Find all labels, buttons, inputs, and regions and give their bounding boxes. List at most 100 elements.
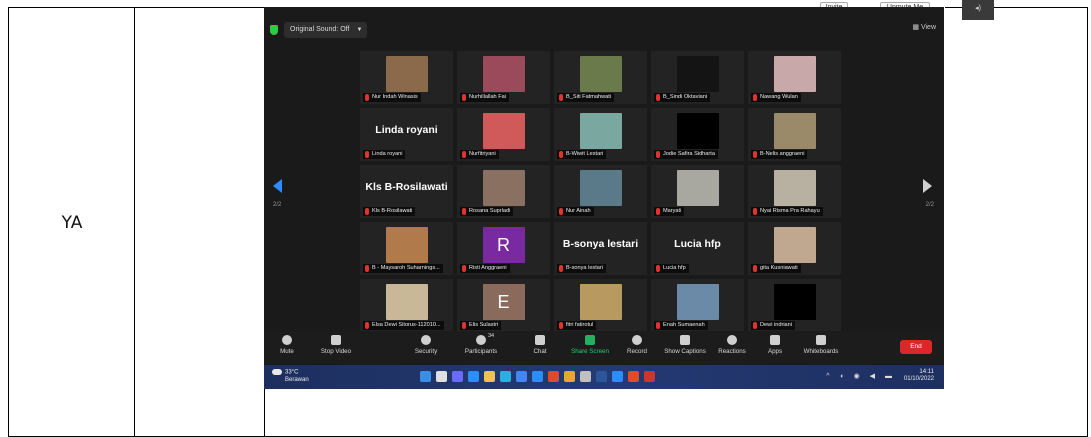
participant-tile[interactable]: Nur Indah Winasis — [360, 51, 453, 104]
apps-label: Apps — [767, 348, 783, 355]
page-indicator-right: 2/2 — [925, 202, 934, 208]
next-page-arrow-icon[interactable] — [923, 179, 932, 193]
taskbar-app-icon[interactable] — [468, 371, 479, 382]
participant-display-name: Lucia hfp — [674, 238, 721, 250]
participant-name-label: Nur Ainah — [557, 207, 594, 216]
muted-mic-icon — [559, 322, 563, 329]
participant-name: B-Wiwit Lestari — [566, 151, 604, 157]
participant-tile[interactable]: E Elis Sulastri — [457, 279, 550, 332]
participant-name-label: B-Wiwit Lestari — [557, 150, 607, 159]
participant-name: Nur Ainah — [566, 208, 591, 214]
participant-tile[interactable]: Nawang Wulan — [748, 51, 841, 104]
view-button[interactable]: ▦ View — [912, 23, 936, 31]
taskbar-app-icon[interactable] — [420, 371, 431, 382]
taskbar-app-icon[interactable] — [452, 371, 463, 382]
participant-tile[interactable]: B_Sindi Oktaviani — [651, 51, 744, 104]
participant-video — [676, 113, 719, 149]
taskbar-app-icon[interactable] — [532, 371, 543, 382]
participant-name-label: B_Siti Fatmahwati — [557, 93, 615, 102]
taskbar-app-icon[interactable] — [644, 371, 655, 382]
participant-name: Risti Anggraeni — [469, 265, 507, 271]
muted-mic-icon — [365, 151, 369, 158]
participant-name: Rosana Suprladi — [469, 208, 511, 214]
participant-tile[interactable]: B - Maysaroh Suharnings... — [360, 222, 453, 275]
participant-tile[interactable]: Lucia hfp Lucia hfp — [651, 222, 744, 275]
muted-mic-icon — [462, 94, 466, 101]
taskbar-app-icon[interactable] — [580, 371, 591, 382]
whiteboards-button[interactable]: Whiteboards — [791, 335, 851, 355]
participant-video — [579, 56, 622, 92]
muted-mic-icon — [753, 208, 757, 215]
participant-tile[interactable]: Nurhillallah Fai — [457, 51, 550, 104]
muted-mic-icon — [559, 94, 563, 101]
participant-tile[interactable]: R Risti Anggraeni — [457, 222, 550, 275]
weather-widget[interactable]: 33°C Berawan — [272, 369, 309, 384]
video-camera-icon — [331, 335, 341, 345]
document-page: YA Invite Unmute Me ◂) Original Sound: O… — [0, 0, 1091, 437]
participant-tile[interactable]: B-sonya lestari B-sonya lestari — [554, 222, 647, 275]
taskbar-app-icon[interactable] — [628, 371, 639, 382]
system-tray-icons[interactable]: ^ ◖ ◉ ◀ ▬ — [826, 372, 896, 380]
participant-name: Nur Indah Winasis — [372, 94, 418, 100]
taskbar-app-icon[interactable] — [436, 371, 447, 382]
participant-tile[interactable]: Kls B-Rosilawati Kls B-Rosilawati — [360, 165, 453, 218]
speaker-icon[interactable]: ◂) — [962, 0, 994, 20]
participant-video — [482, 170, 525, 206]
participant-video — [385, 284, 428, 320]
share-screen-label: Share Screen — [571, 348, 609, 355]
security-button[interactable]: Security — [396, 335, 456, 355]
participant-tile[interactable]: Linda royani Linda royani — [360, 108, 453, 161]
muted-mic-icon — [753, 322, 757, 329]
participant-name: B-Nelis anggraeni — [760, 151, 805, 157]
participant-tile[interactable]: gita Kusniawati — [748, 222, 841, 275]
participant-tile[interactable]: Maryati — [651, 165, 744, 218]
participant-display-name: Kls B-Rosilawati — [365, 181, 448, 193]
participant-video — [482, 56, 525, 92]
participant-avatar-letter: R — [482, 227, 525, 263]
participant-tile[interactable]: B_Siti Fatmahwati — [554, 51, 647, 104]
meeting-toolbar: Mute Stop Video Security 34 Participants … — [264, 331, 944, 364]
muted-mic-icon — [462, 265, 466, 272]
record-icon — [632, 335, 642, 345]
participants-label: Participants — [464, 348, 498, 355]
reactions-label: Reactions — [718, 348, 746, 355]
muted-mic-icon — [753, 94, 757, 101]
participant-tile[interactable]: Nyai Risma Pra Rahayu — [748, 165, 841, 218]
whiteboards-label: Whiteboards — [803, 348, 839, 355]
participant-tile[interactable]: Elsa Dewi Sitorus-112010... — [360, 279, 453, 332]
participant-tile[interactable]: Nur Ainah — [554, 165, 647, 218]
taskbar-app-icon[interactable] — [596, 371, 607, 382]
stop-video-button[interactable]: Stop Video — [306, 335, 366, 355]
muted-mic-icon — [365, 322, 369, 329]
taskbar-app-icon[interactable] — [500, 371, 511, 382]
original-sound-toggle[interactable]: Original Sound: Off ▼ — [284, 22, 368, 38]
clock[interactable]: 14:11 01/10/2022 — [904, 369, 934, 383]
participant-name: Nyai Risma Pra Rahayu — [760, 208, 820, 214]
participant-video — [482, 113, 525, 149]
participant-tile[interactable]: Jodie Safira Sidharta — [651, 108, 744, 161]
taskbar-app-icon[interactable] — [612, 371, 623, 382]
muted-mic-icon — [559, 151, 563, 158]
muted-mic-icon — [462, 208, 466, 215]
participant-tile[interactable]: B-Wiwit Lestari — [554, 108, 647, 161]
muted-mic-icon — [365, 94, 369, 101]
end-meeting-button[interactable]: End — [900, 340, 932, 354]
participant-tile[interactable]: Dewi indriani — [748, 279, 841, 332]
taskbar-app-icon[interactable] — [484, 371, 495, 382]
participant-tile[interactable]: Nurfitriyani — [457, 108, 550, 161]
participant-tile[interactable]: fitri fatirotul — [554, 279, 647, 332]
taskbar-app-icon[interactable] — [564, 371, 575, 382]
taskbar-app-icon[interactable] — [516, 371, 527, 382]
previous-page-arrow-icon[interactable] — [273, 179, 282, 193]
participant-tile[interactable]: Rosana Suprladi — [457, 165, 550, 218]
participant-name-label: B - Maysaroh Suharnings... — [363, 264, 443, 273]
participant-video — [385, 56, 428, 92]
participant-name-label: B_Sindi Oktaviani — [654, 93, 711, 102]
participant-tile[interactable]: B-Nelis anggraeni — [748, 108, 841, 161]
participants-button[interactable]: 34 Participants — [451, 333, 511, 355]
participant-name: Kls B-Rosilawati — [372, 208, 413, 214]
taskbar-app-icon[interactable] — [548, 371, 559, 382]
participant-name: B - Maysaroh Suharnings... — [372, 265, 440, 271]
participant-tile[interactable]: Enah Sumaenah — [651, 279, 744, 332]
participant-video — [676, 284, 719, 320]
